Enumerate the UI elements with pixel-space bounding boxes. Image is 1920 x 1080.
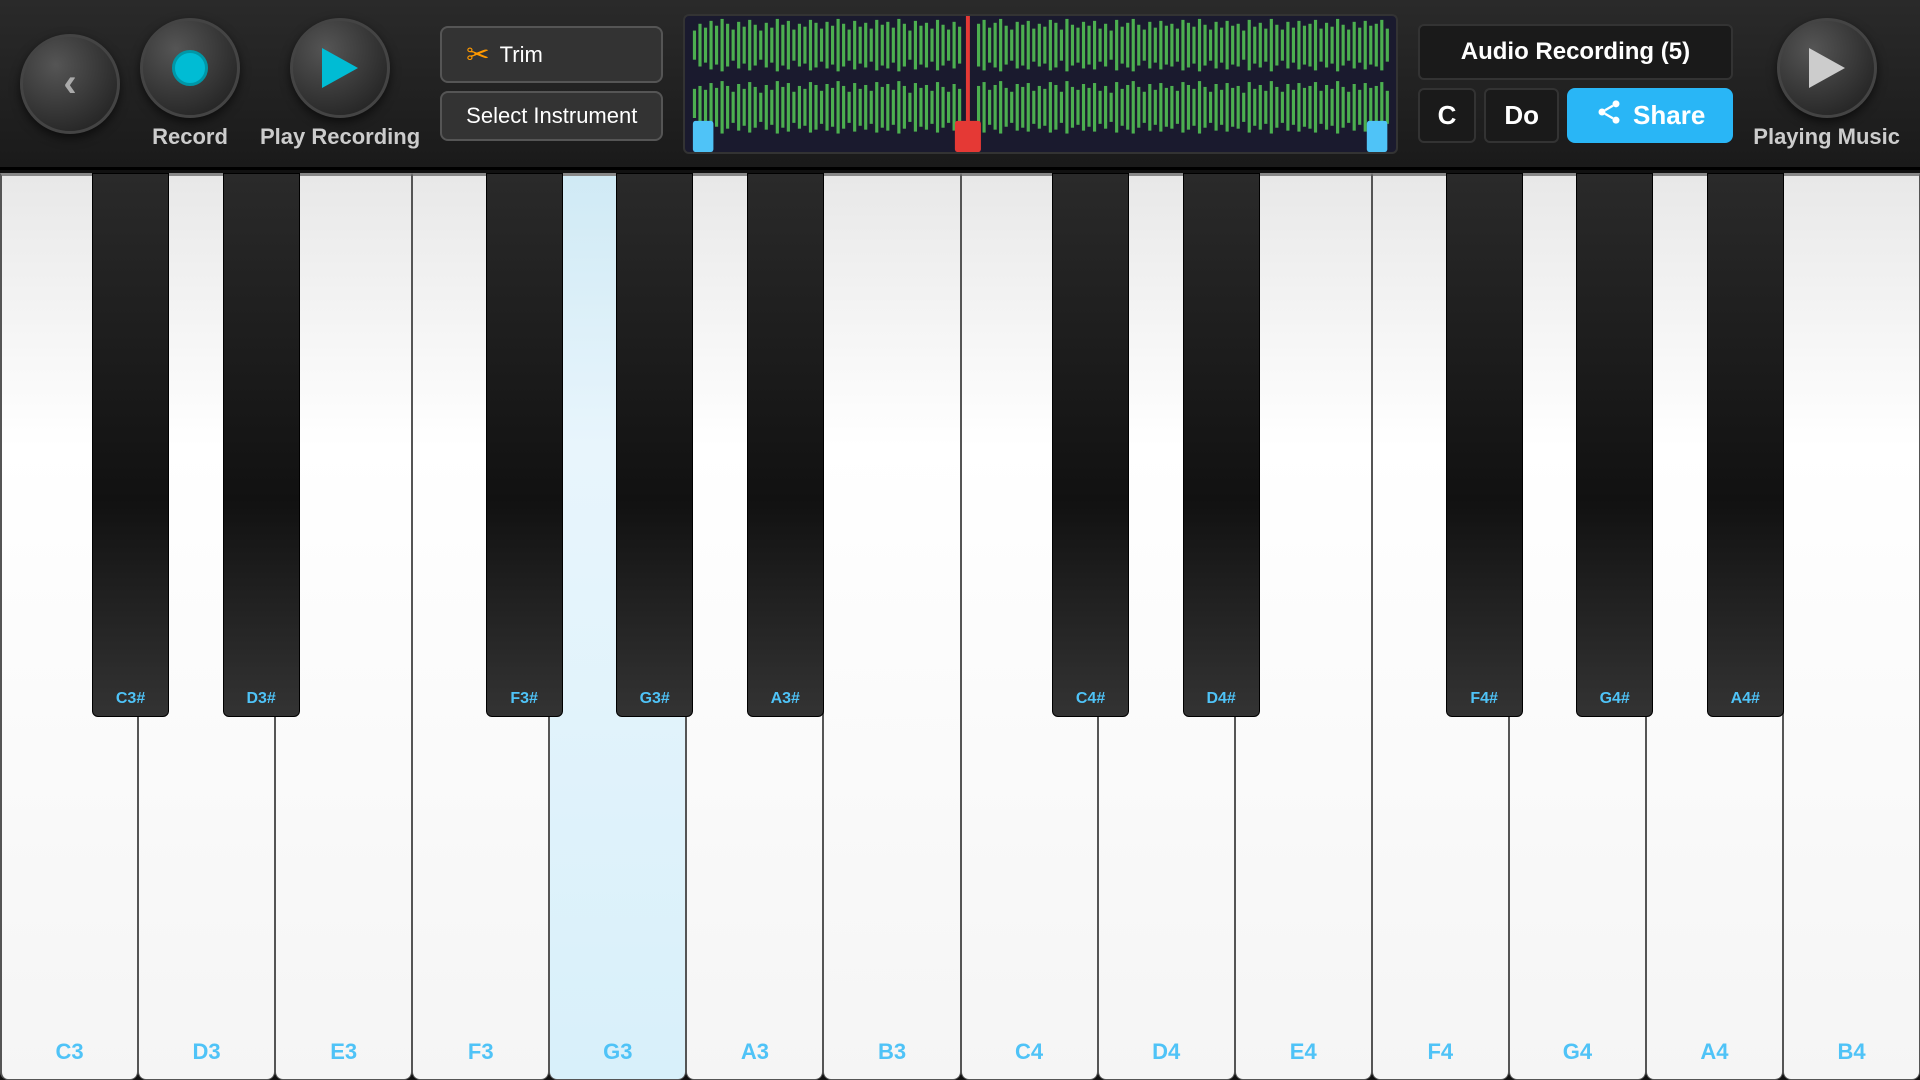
piano-area: C3 D3 E3 F3 G3 A3 B3 C4 D4 E4 F4 G4 A4 B… [0, 173, 1920, 1080]
key-A3s[interactable]: A3# [747, 173, 824, 717]
share-label: Share [1633, 100, 1705, 131]
play-recording-label: Play Recording [260, 124, 420, 150]
key-G4s[interactable]: G4# [1576, 173, 1653, 717]
key-G3s[interactable]: G3# [616, 173, 693, 717]
back-button[interactable]: ‹ [20, 34, 120, 134]
key-A4s[interactable]: A4# [1707, 173, 1784, 717]
trim-label: Trim [500, 42, 543, 68]
play-recording-icon [322, 48, 358, 88]
play-recording-button-group: Play Recording [260, 18, 420, 150]
key-D4s[interactable]: D4# [1183, 173, 1260, 717]
key-B3[interactable]: B3 [823, 173, 960, 1080]
audio-recording-panel: Audio Recording (5) C Do Share [1418, 24, 1734, 143]
trim-button[interactable]: ✂ Trim [440, 26, 663, 83]
top-bar: ‹ Record Play Recording ✂ Trim Select In… [0, 0, 1920, 170]
record-button[interactable] [140, 18, 240, 118]
note-c-badge: C [1418, 88, 1477, 143]
back-button-group: ‹ [20, 34, 120, 134]
note-do-badge: Do [1484, 88, 1559, 143]
play-recording-button[interactable] [290, 18, 390, 118]
key-F3s[interactable]: F3# [486, 173, 563, 717]
select-instrument-button[interactable]: Select Instrument [440, 91, 663, 141]
audio-recording-title: Audio Recording (5) [1418, 24, 1734, 80]
record-label: Record [152, 124, 228, 150]
select-instrument-label: Select Instrument [466, 103, 637, 128]
piano-keyboard: C3 D3 E3 F3 G3 A3 B3 C4 D4 E4 F4 G4 A4 B… [0, 173, 1920, 1080]
key-C3s[interactable]: C3# [92, 173, 169, 717]
key-F4s[interactable]: F4# [1446, 173, 1523, 717]
record-button-group: Record [140, 18, 240, 150]
playing-music-button-group: Playing Music [1753, 18, 1900, 150]
waveform-svg [685, 16, 1395, 152]
playing-music-button[interactable] [1777, 18, 1877, 118]
key-B4[interactable]: B4 [1783, 173, 1920, 1080]
record-icon [172, 50, 208, 86]
key-D3s[interactable]: D3# [223, 173, 300, 717]
audio-controls: C Do Share [1418, 88, 1734, 143]
playing-music-icon [1809, 48, 1845, 88]
key-C4s[interactable]: C4# [1052, 173, 1129, 717]
waveform-display[interactable] [683, 14, 1397, 154]
playing-music-label: Playing Music [1753, 124, 1900, 150]
scissors-icon: ✂ [466, 38, 489, 71]
share-icon [1595, 98, 1623, 133]
action-buttons: ✂ Trim Select Instrument [440, 26, 663, 141]
share-button[interactable]: Share [1567, 88, 1733, 143]
